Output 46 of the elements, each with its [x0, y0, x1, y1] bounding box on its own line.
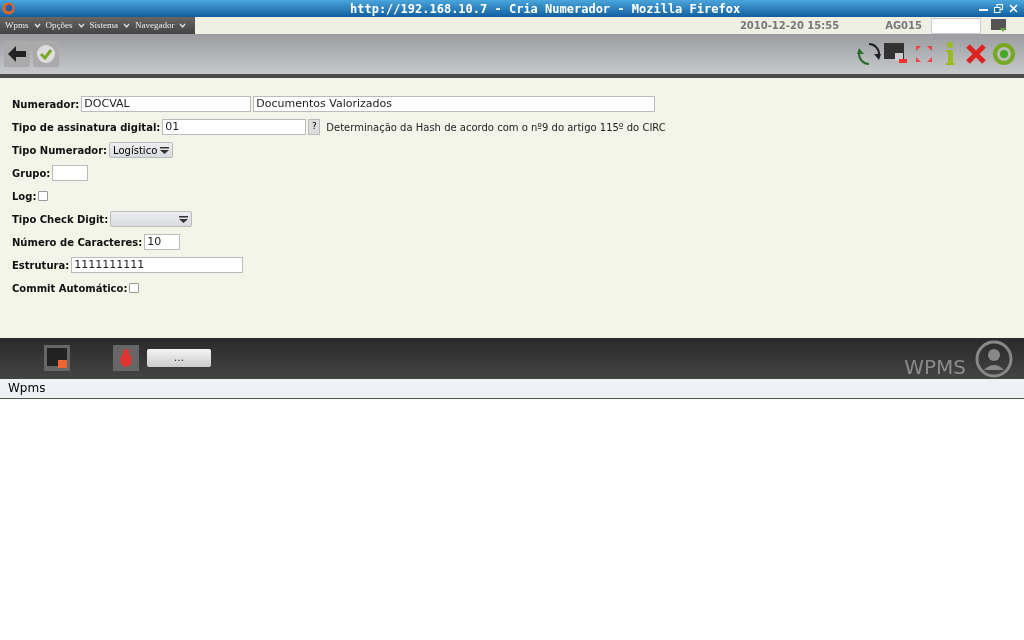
restore-icon[interactable] [994, 4, 1003, 13]
field-label: Tipo Check Digit: [12, 212, 109, 227]
logo-text: WPMS [904, 353, 966, 379]
user-code: AG015 [885, 19, 922, 33]
close-icon[interactable] [1009, 4, 1018, 13]
field-label: Numerador: [12, 97, 80, 112]
description-text: Determinação da Hash de acordo com o nº9 do artigo 115º do CIRC [326, 120, 666, 135]
checkbox[interactable] [129, 283, 140, 293]
caret-icon [123, 23, 130, 28]
field-label: Grupo: [12, 166, 51, 181]
monitor-icon[interactable] [44, 345, 70, 371]
field-label: Log: [12, 189, 37, 204]
logo-icon [974, 339, 1014, 378]
menu-item[interactable]: Navegador [135, 18, 187, 33]
field-label: Tipo de assinatura digital: [12, 120, 161, 135]
status-text: Wpms [8, 380, 46, 397]
monitor-icon[interactable] [991, 19, 1007, 32]
help-button[interactable]: ? [308, 119, 321, 135]
menu-item[interactable]: Opções [45, 18, 85, 33]
menu-item[interactable]: Wpms [5, 18, 41, 33]
input-field[interactable]: 01 [162, 119, 307, 135]
dropdown[interactable]: Logístico [109, 142, 174, 158]
input-field[interactable]: 10 [144, 234, 181, 250]
caret-icon [179, 215, 189, 223]
caret-icon [77, 23, 85, 28]
dropdown[interactable] [110, 211, 193, 227]
field-label: Tipo Numerador: [12, 143, 108, 158]
caret-icon [160, 146, 170, 154]
caret-icon [179, 23, 187, 28]
refresh-icon[interactable] [857, 42, 881, 66]
input-field[interactable]: Documentos Valorizados [253, 96, 656, 112]
caret-icon [33, 23, 41, 28]
menu-item[interactable]: Sistema [89, 18, 130, 33]
browser-icon [2, 2, 15, 15]
field-label: Commit Automático: [12, 281, 128, 296]
back-button[interactable] [4, 41, 30, 67]
checkbox[interactable] [38, 191, 49, 201]
field-label: Número de Caracteres: [12, 235, 143, 250]
window-title: http://192.168.10.7 - Cria Numerador - Mozilla Firefox [350, 0, 741, 18]
input-field[interactable] [931, 17, 981, 34]
datetime: 2010-12-20 15:55 [739, 19, 840, 33]
input-field[interactable] [52, 165, 89, 181]
field-label: Estrutura: [12, 258, 70, 273]
input-field[interactable]: DOCVAL [81, 96, 252, 112]
more-button[interactable]: ... [147, 349, 211, 367]
input-field[interactable]: 1111111111 [71, 257, 244, 273]
